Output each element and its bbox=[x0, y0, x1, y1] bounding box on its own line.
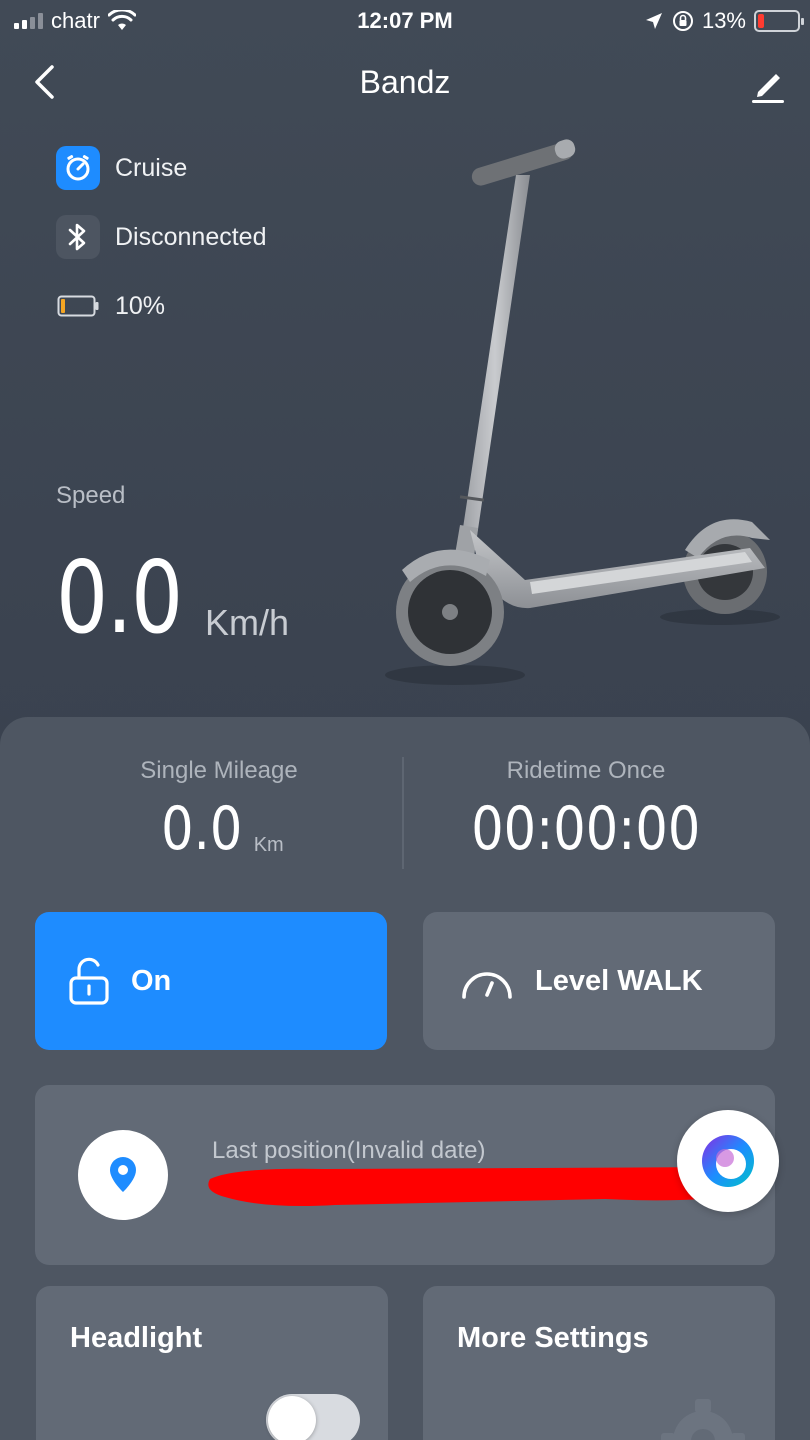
battery-percent: 13% bbox=[701, 8, 746, 33]
connection-label: Disconnected bbox=[115, 222, 267, 251]
unlock-icon bbox=[69, 957, 109, 1005]
orientation-lock-icon bbox=[672, 11, 693, 31]
info-row-battery: 10% bbox=[56, 284, 266, 328]
lock-toggle-label: On bbox=[131, 964, 172, 997]
speed-level-button[interactable]: Level WALK bbox=[423, 912, 775, 1050]
toggle-knob bbox=[268, 1396, 316, 1440]
control-panel: Single Mileage 0.0 Km Ridetime Once 00:0… bbox=[0, 717, 810, 1440]
status-bar: chatr 12:07 PM 13% bbox=[0, 0, 810, 44]
stat-divider bbox=[402, 757, 404, 869]
info-row-connection: Disconnected bbox=[56, 215, 266, 259]
single-mileage-value: 0.0 bbox=[161, 794, 243, 864]
more-settings-label: More Settings bbox=[457, 1322, 649, 1354]
single-mileage-stat: Single Mileage 0.0 Km bbox=[92, 757, 346, 861]
status-right: 13% bbox=[644, 8, 804, 34]
ridetime-stat: Ridetime Once 00:00:00 bbox=[450, 757, 722, 861]
info-row-mode: Cruise bbox=[56, 146, 266, 190]
mode-label: Cruise bbox=[115, 153, 188, 182]
map-pin-icon bbox=[110, 1157, 136, 1192]
page-title: Bandz bbox=[359, 64, 451, 100]
headlight-label: Headlight bbox=[70, 1322, 203, 1354]
single-mileage-label: Single Mileage bbox=[140, 757, 298, 784]
more-settings-tile[interactable]: More Settings bbox=[423, 1286, 775, 1440]
battery-icon bbox=[754, 10, 804, 32]
ridetime-label: Ridetime Once bbox=[506, 757, 666, 784]
single-mileage-readout: 0.0 Km bbox=[92, 797, 346, 861]
headlight-toggle[interactable] bbox=[266, 1394, 360, 1440]
ridetime-readout: 00:00:00 bbox=[450, 797, 722, 861]
gear-icon bbox=[661, 1399, 745, 1440]
speedometer-icon bbox=[462, 972, 512, 999]
single-mileage-unit: Km bbox=[253, 834, 284, 856]
speed-level-label: Level WALK bbox=[535, 964, 703, 997]
speed-unit: Km/h bbox=[205, 602, 290, 643]
scooter-info-list: Cruise Disconnected 10% bbox=[56, 146, 266, 353]
assistant-orb-icon bbox=[702, 1135, 754, 1187]
ridetime-value: 00:00:00 bbox=[471, 794, 701, 864]
headlight-tile: Headlight bbox=[36, 1286, 388, 1440]
scooter-battery-icon bbox=[56, 284, 100, 328]
pencil-icon bbox=[752, 74, 784, 103]
speed-readout: 0.0 Km/h bbox=[56, 548, 289, 648]
speed-value: 0.0 bbox=[56, 539, 183, 656]
lock-toggle-button[interactable]: On bbox=[35, 912, 387, 1050]
scooter-illustration bbox=[385, 139, 780, 685]
assistant-button[interactable] bbox=[677, 1110, 779, 1212]
battery-level-label: 10% bbox=[115, 291, 166, 320]
edit-button[interactable] bbox=[744, 60, 792, 108]
last-position-label: Last position(Invalid date) bbox=[212, 1137, 486, 1164]
nav-bar: Bandz bbox=[0, 50, 810, 114]
last-position-card[interactable]: Last position(Invalid date) bbox=[35, 1085, 779, 1265]
location-button[interactable] bbox=[78, 1130, 168, 1220]
bluetooth-icon bbox=[56, 215, 100, 259]
cruise-icon bbox=[56, 146, 100, 190]
speed-label: Speed bbox=[56, 482, 126, 509]
location-arrow-icon bbox=[645, 13, 662, 29]
redaction-mark bbox=[208, 1167, 745, 1206]
